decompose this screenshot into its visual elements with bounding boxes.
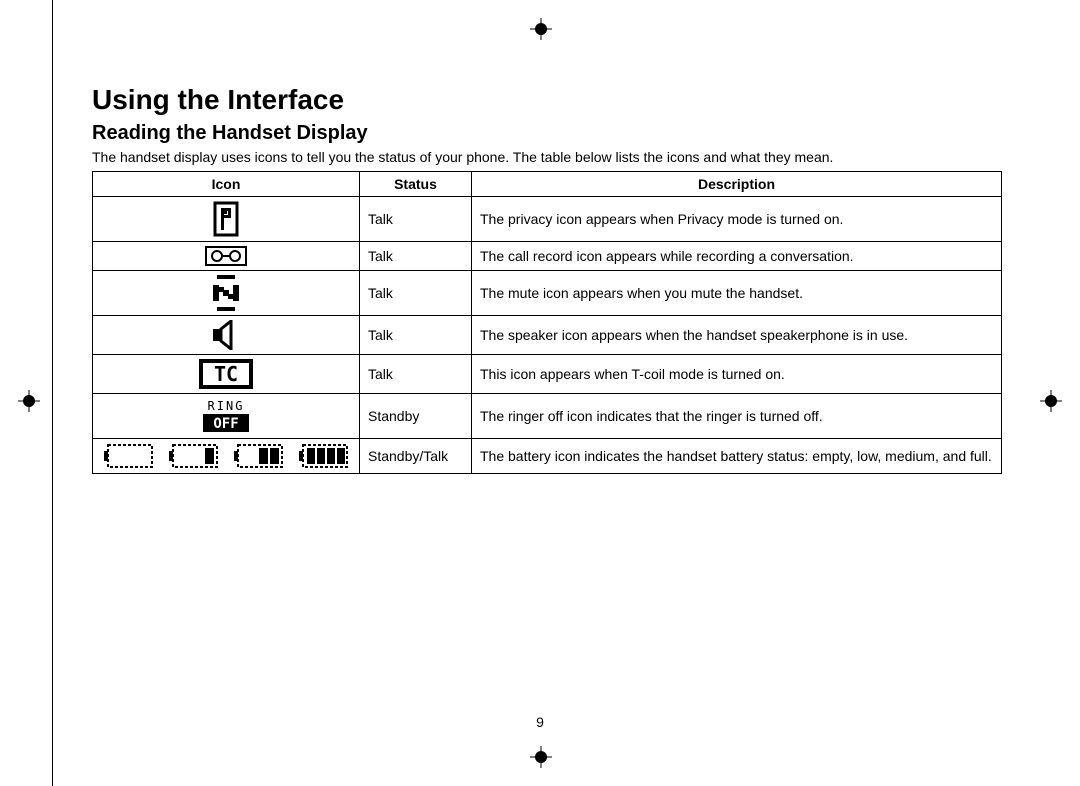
svg-text:TC: TC	[214, 362, 238, 386]
status-cell: Standby	[360, 394, 472, 439]
registration-mark-icon	[530, 18, 552, 40]
ringer-off-icon: RING OFF	[93, 394, 360, 439]
privacy-icon	[93, 197, 360, 242]
description-cell: The call record icon appears while recor…	[472, 242, 1002, 271]
intro-text: The handset display uses icons to tell y…	[92, 149, 1002, 165]
status-cell: Standby/Talk	[360, 439, 472, 474]
registration-mark-icon	[530, 746, 552, 768]
status-cell: Talk	[360, 271, 472, 316]
status-cell: Talk	[360, 316, 472, 355]
t-coil-icon: TC	[93, 355, 360, 394]
status-cell: Talk	[360, 242, 472, 271]
status-cell: Talk	[360, 197, 472, 242]
description-cell: The mute icon appears when you mute the …	[472, 271, 1002, 316]
description-cell: The battery icon indicates the handset b…	[472, 439, 1002, 474]
svg-text:OFF: OFF	[213, 416, 238, 432]
crop-guide-line	[52, 0, 53, 786]
svg-text:RING: RING	[208, 399, 245, 413]
table-row: Talk The mute icon appears when you mute…	[93, 271, 1002, 316]
registration-mark-icon	[1040, 390, 1062, 412]
icon-table: Icon Status Description Talk	[92, 171, 1002, 474]
col-header-description: Description	[472, 172, 1002, 197]
table-row: Talk The call record icon appears while …	[93, 242, 1002, 271]
description-cell: The privacy icon appears when Privacy mo…	[472, 197, 1002, 242]
description-cell: This icon appears when T-coil mode is tu…	[472, 355, 1002, 394]
status-cell: Talk	[360, 355, 472, 394]
table-row: Talk The privacy icon appears when Priva…	[93, 197, 1002, 242]
description-cell: The speaker icon appears when the handse…	[472, 316, 1002, 355]
battery-icons	[93, 439, 360, 474]
mute-icon	[93, 271, 360, 316]
description-cell: The ringer off icon indicates that the r…	[472, 394, 1002, 439]
page-number: 9	[536, 714, 544, 730]
table-row: RING OFF Standby The ringer off icon ind…	[93, 394, 1002, 439]
speaker-icon	[93, 316, 360, 355]
call-record-icon	[93, 242, 360, 271]
col-header-status: Status	[360, 172, 472, 197]
section-title: Reading the Handset Display	[92, 122, 1002, 145]
page-title: Using the Interface	[92, 84, 1002, 116]
table-row: TC Talk This icon appears when T-coil mo…	[93, 355, 1002, 394]
table-row: Talk The speaker icon appears when the h…	[93, 316, 1002, 355]
col-header-icon: Icon	[93, 172, 360, 197]
registration-mark-icon	[18, 390, 40, 412]
table-row: Standby/Talk The battery icon indicates …	[93, 439, 1002, 474]
